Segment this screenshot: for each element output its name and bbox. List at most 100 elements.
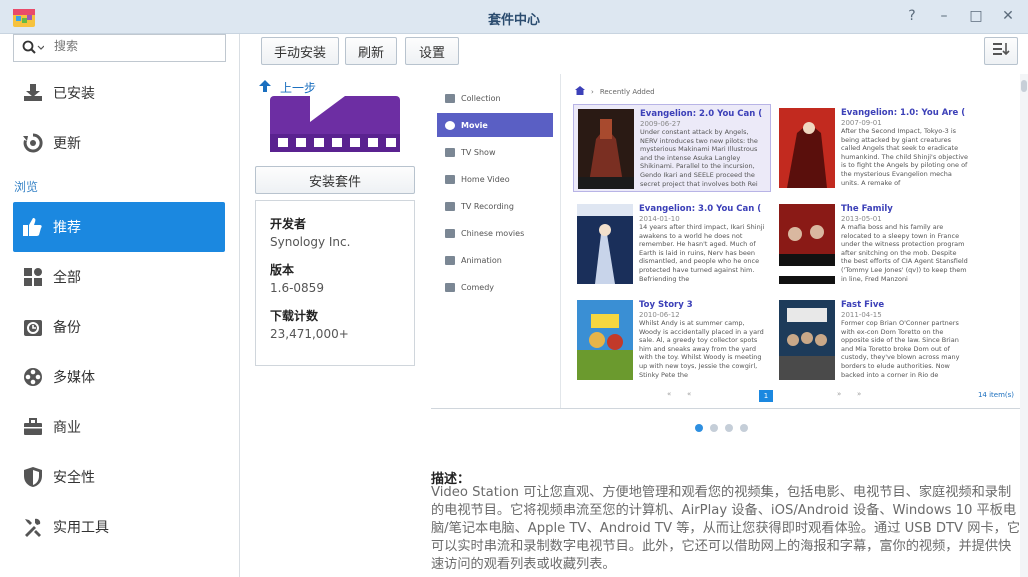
screenshot-nav-item: Comedy [437,275,553,299]
video-station-icon [270,96,400,156]
browse-section-label: 浏览 [14,180,39,194]
movie-title: The Family [841,204,893,214]
movie-poster [577,300,633,380]
search-input[interactable] [54,39,214,53]
sidebar-item-multimedia[interactable]: 多媒体 [13,356,225,398]
back-label: 上一步 [280,81,317,95]
sort-button[interactable] [984,37,1018,65]
sidebar-item-label: 实用工具 [53,520,109,536]
toolbar: 手动安装 刷新 设置 [241,34,1028,74]
maximize-icon[interactable]: □ [966,6,986,26]
movie-desc: Former cop Brian O'Conner partners with … [841,319,960,379]
movie-card: Evangelion: 2.0 You Can ( 2009-06-27 Und… [573,104,771,192]
sidebar: 已安装 更新 浏览 推荐 全部 备份 多媒体 商业 [0,34,240,577]
movie-date: 2010-06-12 [639,311,680,319]
movie-desc: A mafia boss and his family are relocate… [841,223,968,283]
screenshot-sidebar: Collection Movie TV Show Home Video TV R… [431,74,561,408]
search-box[interactable] [13,34,226,62]
movie-card: Fast Five 2011-04-15 Former cop Brian O'… [775,296,973,384]
sidebar-item-all[interactable]: 全部 [13,256,225,298]
sidebar-item-business[interactable]: 商业 [13,406,225,448]
sidebar-item-label: 全部 [53,270,81,286]
carousel-dots [695,424,748,432]
sidebar-item-label: 更新 [53,136,81,152]
movie-card: Evangelion: 3.0 You Can ( 2014-01-10 14 … [573,200,771,288]
movie-date: 2011-04-15 [841,311,882,319]
downloads-label: 下载计数 [270,309,319,323]
screenshot-nav-item: Movie [437,113,553,137]
screenshot-nav-item: Home Video [437,167,553,191]
back-link[interactable]: 上一步 [258,79,316,96]
movie-desc: After the Second Impact, Tokyo-3 is bein… [841,127,968,187]
movie-title: Evangelion: 3.0 You Can ( [639,204,762,214]
current-page: 1 [759,390,773,402]
screenshot-nav-item: Collection [437,86,553,110]
sidebar-item-update[interactable]: 更新 [13,122,225,164]
app-screenshot: Collection Movie TV Show Home Video TV R… [431,74,1020,409]
help-icon[interactable]: ? [902,6,922,26]
settings-button[interactable]: 设置 [405,37,459,65]
sidebar-item-label: 已安装 [53,86,95,102]
movie-date: 2009-06-27 [640,120,681,128]
developer-value: Synology Inc. [270,235,351,249]
movie-card: The Family 2013-05-01 A mafia boss and h… [775,200,973,288]
screenshot-nav-item: Animation [437,248,553,272]
sidebar-item-backup[interactable]: 备份 [13,306,225,348]
film-reel-icon [21,365,45,389]
movie-poster [578,109,634,189]
thumbs-up-icon [21,215,45,239]
minimize-icon[interactable]: – [934,6,954,26]
refresh-button[interactable]: 刷新 [345,37,397,65]
manual-install-button[interactable]: 手动安装 [261,37,339,65]
screenshot-nav-item: TV Recording [437,194,553,218]
sidebar-item-label: 推荐 [53,220,81,236]
screenshot-breadcrumb: › Recently Added [575,86,655,97]
movie-title: Evangelion: 2.0 You Can ( [640,109,763,119]
developer-label: 开发者 [270,217,307,231]
shield-icon [21,465,45,489]
movie-date: 2007-09-01 [841,119,882,127]
movie-card: Evangelion: 1.0: You Are ( 2007-09-01 Af… [775,104,973,192]
movie-desc: Whilst Andy is at summer camp, Woody is … [639,319,764,379]
movie-title: Evangelion: 1.0: You Are ( [841,108,966,118]
downloads-value: 23,471,000+ [270,327,349,341]
version-value: 1.6-0859 [270,281,324,295]
movie-desc: 14 years after third impact, Ikari Shinj… [639,223,765,283]
scrollbar[interactable] [1020,74,1028,577]
briefcase-icon [21,415,45,439]
install-package-button[interactable]: 安装套件 [255,166,415,194]
title-bar: 套件中心 ? – □ ✕ [0,0,1028,34]
package-info: 开发者 Synology Inc. 版本 1.6-0859 下载计数 23,47… [255,200,415,366]
carousel-dot[interactable] [695,424,703,432]
movie-desc: Under constant attack by Angels, NERV in… [640,128,758,188]
sidebar-item-security[interactable]: 安全性 [13,456,225,498]
movie-date: 2013-05-01 [841,215,882,223]
sidebar-item-label: 备份 [53,320,81,336]
sidebar-item-label: 商业 [53,420,81,436]
sidebar-item-label: 安全性 [53,470,95,486]
grid-icon [21,265,45,289]
items-count: 14 item(s) [977,391,1014,399]
sidebar-item-label: 多媒体 [53,370,95,386]
movie-poster [577,204,633,284]
movie-title: Fast Five [841,300,885,310]
carousel-dot[interactable] [725,424,733,432]
close-icon[interactable]: ✕ [998,6,1018,26]
movie-poster [779,108,835,188]
up-arrow-icon [258,79,272,96]
sidebar-item-installed[interactable]: 已安装 [13,72,225,114]
description-text: Video Station 可让您直观、方便地管理和观看您的视频集，包括电影、电… [431,485,1021,572]
screenshot-main: › Recently Added Evangelion: 2.0 You Can… [567,74,1020,408]
movie-date: 2014-01-10 [639,215,680,223]
sidebar-item-utilities[interactable]: 实用工具 [13,506,225,548]
scrollbar-thumb[interactable] [1021,80,1027,92]
carousel-dot[interactable] [740,424,748,432]
sidebar-item-recommended[interactable]: 推荐 [13,202,225,252]
carousel-dot[interactable] [710,424,718,432]
movie-poster [779,300,835,380]
window-title: 套件中心 [487,13,540,28]
movie-poster [779,204,835,284]
home-icon [575,86,585,97]
download-icon [21,81,45,105]
backup-icon [21,315,45,339]
